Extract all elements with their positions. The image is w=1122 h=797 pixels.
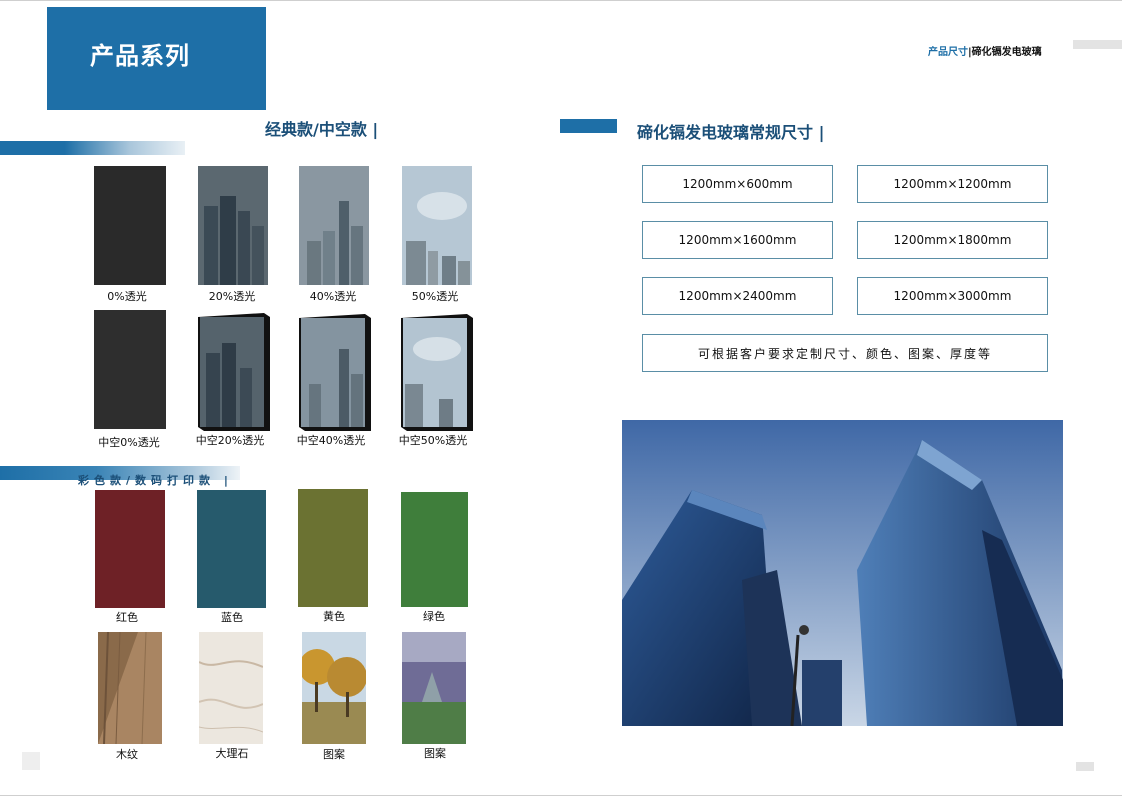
landscape-image bbox=[402, 632, 466, 744]
marble-texture bbox=[199, 632, 263, 744]
top-border bbox=[0, 0, 1122, 1]
autumn-trees-image bbox=[302, 632, 366, 744]
swatch-wood-grain bbox=[98, 632, 162, 744]
building-photo bbox=[622, 420, 1063, 727]
page-title: 产品系列 bbox=[90, 42, 190, 70]
size-option: 1200mm×1600mm bbox=[642, 221, 833, 259]
breadcrumb-section: 产品尺寸 bbox=[928, 47, 968, 58]
swatch-label: 红色 bbox=[116, 611, 138, 624]
classic-heading: 经典款/中空款 | bbox=[265, 120, 379, 139]
swatch-label: 中空50%透光 bbox=[398, 434, 468, 447]
city-skyline-image bbox=[198, 166, 268, 285]
swatch-marble bbox=[199, 632, 263, 744]
swatch-label: 木纹 bbox=[116, 748, 138, 761]
city-skyline-image bbox=[401, 314, 473, 431]
swatch-green bbox=[401, 492, 468, 607]
breadcrumb: 产品尺寸|碲化镉发电玻璃 bbox=[928, 43, 1042, 58]
swatch-pattern-autumn bbox=[302, 632, 366, 744]
size-option: 1200mm×2400mm bbox=[642, 277, 833, 315]
swatch-50-transmittance bbox=[402, 166, 472, 285]
swatch-label: 50%透光 bbox=[411, 290, 459, 303]
swatch-label: 蓝色 bbox=[221, 611, 243, 624]
size-option: 1200mm×1800mm bbox=[857, 221, 1048, 259]
swatch-20-transmittance bbox=[198, 166, 268, 285]
city-skyline-image bbox=[299, 166, 369, 285]
section-stripe-classic bbox=[0, 141, 185, 155]
swatch-hollow-50-transmittance bbox=[401, 314, 473, 431]
size-option: 1200mm×600mm bbox=[642, 165, 833, 203]
swatch-hollow-0-transmittance bbox=[94, 310, 166, 429]
size-option: 1200mm×1200mm bbox=[857, 165, 1048, 203]
breadcrumb-product: 碲化镉发电玻璃 bbox=[971, 47, 1042, 58]
bottom-border bbox=[0, 795, 1122, 796]
custom-note: 可根据客户要求定制尺寸、颜色、图案、厚度等 bbox=[642, 334, 1048, 372]
city-skyline-image bbox=[198, 313, 270, 431]
city-skyline-image bbox=[299, 314, 371, 431]
swatch-label: 40%透光 bbox=[309, 290, 357, 303]
swatch-label: 中空0%透光 bbox=[98, 436, 160, 449]
section-marker-bar bbox=[560, 119, 617, 133]
swatch-blue bbox=[197, 490, 266, 608]
city-skyline-image bbox=[402, 166, 472, 285]
color-series-heading: 彩色款/数码打印款 | bbox=[78, 474, 233, 487]
corner-marker-right bbox=[1076, 762, 1094, 771]
swatch-yellow bbox=[298, 489, 368, 607]
swatch-label: 中空40%透光 bbox=[296, 434, 366, 447]
swatch-red bbox=[95, 490, 165, 608]
swatch-40-transmittance bbox=[299, 166, 369, 285]
swatch-label: 黄色 bbox=[323, 610, 345, 623]
swatch-0-transmittance bbox=[94, 166, 166, 285]
page-tab-marker bbox=[1073, 40, 1122, 49]
swatch-hollow-20-transmittance bbox=[198, 313, 270, 431]
size-option: 1200mm×3000mm bbox=[857, 277, 1048, 315]
swatch-label: 图案 bbox=[424, 747, 446, 760]
swatch-label: 大理石 bbox=[215, 747, 249, 760]
swatch-pattern-landscape bbox=[402, 632, 466, 744]
swatch-label: 0%透光 bbox=[107, 290, 147, 303]
swatch-label: 中空20%透光 bbox=[195, 434, 265, 447]
swatch-label: 20%透光 bbox=[208, 290, 256, 303]
sizes-heading: 碲化镉发电玻璃常规尺寸 | bbox=[637, 123, 825, 142]
swatch-label: 图案 bbox=[323, 748, 345, 761]
swatch-hollow-40-transmittance bbox=[299, 314, 371, 431]
corner-marker-left bbox=[22, 752, 40, 770]
swatch-label: 绿色 bbox=[423, 610, 445, 623]
wood-grain-texture bbox=[98, 632, 162, 744]
glass-skyscrapers-image bbox=[622, 420, 1063, 727]
